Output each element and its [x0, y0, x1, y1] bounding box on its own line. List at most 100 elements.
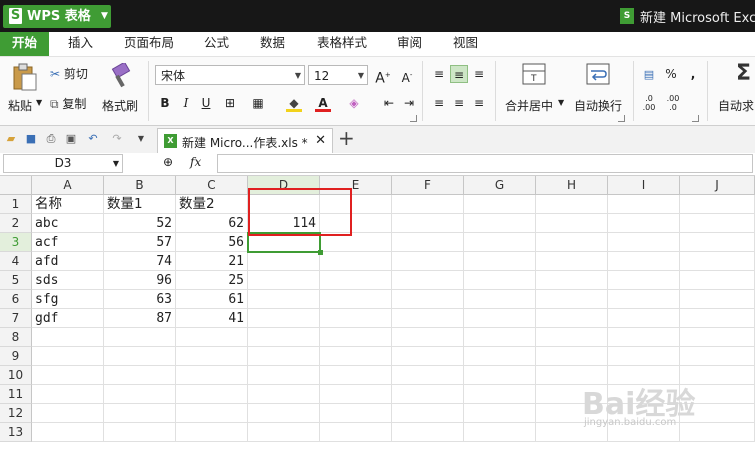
grid-cell[interactable]: [176, 423, 248, 442]
cell-a7[interactable]: gdf: [32, 309, 104, 328]
grid-cell[interactable]: [104, 385, 176, 404]
row-header-9[interactable]: 9: [0, 347, 32, 366]
font-color-button[interactable]: A: [314, 94, 332, 112]
grid-cell[interactable]: [392, 290, 464, 309]
cut-button[interactable]: ✂ 剪切: [50, 65, 88, 82]
grid-cell[interactable]: [392, 385, 464, 404]
grid-cell[interactable]: [464, 195, 536, 214]
font-dialog-launcher-icon[interactable]: [410, 115, 417, 122]
grid-cell[interactable]: [608, 271, 680, 290]
cell-c1[interactable]: 数量2: [176, 195, 248, 214]
grid-cell[interactable]: [680, 214, 755, 233]
grid-cell[interactable]: [248, 366, 320, 385]
grid-cell[interactable]: [464, 385, 536, 404]
grid-cell[interactable]: [464, 404, 536, 423]
grid-cell[interactable]: [248, 328, 320, 347]
column-header-i[interactable]: I: [608, 176, 680, 195]
grid-cell[interactable]: [608, 347, 680, 366]
decrease-decimal-button[interactable]: .00.0: [664, 94, 682, 112]
merge-center-button[interactable]: T 合并居中 ▼: [502, 61, 566, 119]
align-left-button[interactable]: ≡: [430, 94, 448, 112]
grid-cell[interactable]: [464, 366, 536, 385]
grid-cell[interactable]: [464, 233, 536, 252]
grid-cell[interactable]: [464, 214, 536, 233]
paste-button[interactable]: 粘贴 ▼: [6, 61, 44, 119]
grid-cell[interactable]: [608, 195, 680, 214]
grid-cell[interactable]: [680, 233, 755, 252]
grid-cell[interactable]: [608, 252, 680, 271]
grid-cell[interactable]: [680, 195, 755, 214]
grid-cell[interactable]: [32, 366, 104, 385]
grid-cell[interactable]: [248, 347, 320, 366]
name-box[interactable]: D3 ▼: [3, 154, 123, 173]
row-header-8[interactable]: 8: [0, 328, 32, 347]
cell-b1[interactable]: 数量1: [104, 195, 176, 214]
grid-cell[interactable]: [320, 309, 392, 328]
grid-cell[interactable]: [392, 195, 464, 214]
grid-cell[interactable]: [392, 233, 464, 252]
increase-decimal-button[interactable]: .0.00: [640, 94, 658, 112]
cell-a6[interactable]: sfg: [32, 290, 104, 309]
cell-a1[interactable]: 名称: [32, 195, 104, 214]
menu-page-layout[interactable]: 页面布局: [124, 32, 174, 56]
menu-home[interactable]: 开始: [0, 32, 49, 56]
row-header-3[interactable]: 3: [0, 233, 32, 252]
font-size-select[interactable]: 12 ▼: [308, 65, 368, 85]
currency-format-button[interactable]: ▤: [640, 65, 658, 83]
borders-button[interactable]: ⊞: [221, 94, 239, 112]
grid-cell[interactable]: [320, 290, 392, 309]
wrap-text-button[interactable]: 自动换行: [572, 61, 626, 119]
grid-cell[interactable]: [248, 290, 320, 309]
cell-c3[interactable]: 56: [176, 233, 248, 252]
percent-button[interactable]: %: [662, 65, 680, 83]
shrink-font-button[interactable]: A-: [398, 66, 416, 85]
row-header-10[interactable]: 10: [0, 366, 32, 385]
grid-cell[interactable]: [464, 290, 536, 309]
grid-cell[interactable]: [608, 214, 680, 233]
row-header-1[interactable]: 1: [0, 195, 32, 214]
grid-cell[interactable]: [536, 290, 608, 309]
grid-cell[interactable]: [320, 347, 392, 366]
grid-cell[interactable]: [176, 328, 248, 347]
grid-cell[interactable]: [680, 290, 755, 309]
grid-cell[interactable]: [248, 252, 320, 271]
grid-cell[interactable]: [464, 271, 536, 290]
align-top-button[interactable]: ≡: [430, 65, 448, 83]
grid-cell[interactable]: [248, 309, 320, 328]
grid-cell[interactable]: [104, 328, 176, 347]
grid-cell[interactable]: [320, 271, 392, 290]
grid-cell[interactable]: [320, 366, 392, 385]
grid-cell[interactable]: [248, 423, 320, 442]
cell-c6[interactable]: 61: [176, 290, 248, 309]
grid-cell[interactable]: [176, 385, 248, 404]
number-dialog-launcher-icon[interactable]: [692, 115, 699, 122]
alignment-dialog-launcher-icon[interactable]: [618, 115, 625, 122]
grid-cell[interactable]: [320, 423, 392, 442]
grid-cell[interactable]: [464, 252, 536, 271]
align-bottom-button[interactable]: ≡: [470, 65, 488, 83]
grid-cell[interactable]: [320, 404, 392, 423]
grid-cell[interactable]: [248, 385, 320, 404]
row-header-12[interactable]: 12: [0, 404, 32, 423]
row-header-6[interactable]: 6: [0, 290, 32, 309]
grid-cell[interactable]: [392, 214, 464, 233]
grid-cell[interactable]: [32, 423, 104, 442]
grid-cell[interactable]: [32, 347, 104, 366]
grid-cell[interactable]: [536, 233, 608, 252]
print-icon[interactable]: ⎙: [44, 132, 58, 146]
cell-b7[interactable]: 87: [104, 309, 176, 328]
select-all-corner[interactable]: [0, 176, 32, 195]
clear-format-button[interactable]: ◈: [345, 94, 363, 112]
fill-color-button[interactable]: ◆: [285, 94, 303, 112]
grid-cell[interactable]: [464, 309, 536, 328]
new-tab-icon[interactable]: +: [338, 127, 355, 149]
copy-button[interactable]: ⧉ 复制: [50, 95, 86, 112]
grid-cell[interactable]: [392, 309, 464, 328]
grid-cell[interactable]: [464, 423, 536, 442]
underline-button[interactable]: U: [197, 94, 215, 112]
menu-data[interactable]: 数据: [260, 32, 285, 56]
grid-cell[interactable]: [392, 252, 464, 271]
cell-b5[interactable]: 96: [104, 271, 176, 290]
grid-cell[interactable]: [176, 404, 248, 423]
cell-b6[interactable]: 63: [104, 290, 176, 309]
